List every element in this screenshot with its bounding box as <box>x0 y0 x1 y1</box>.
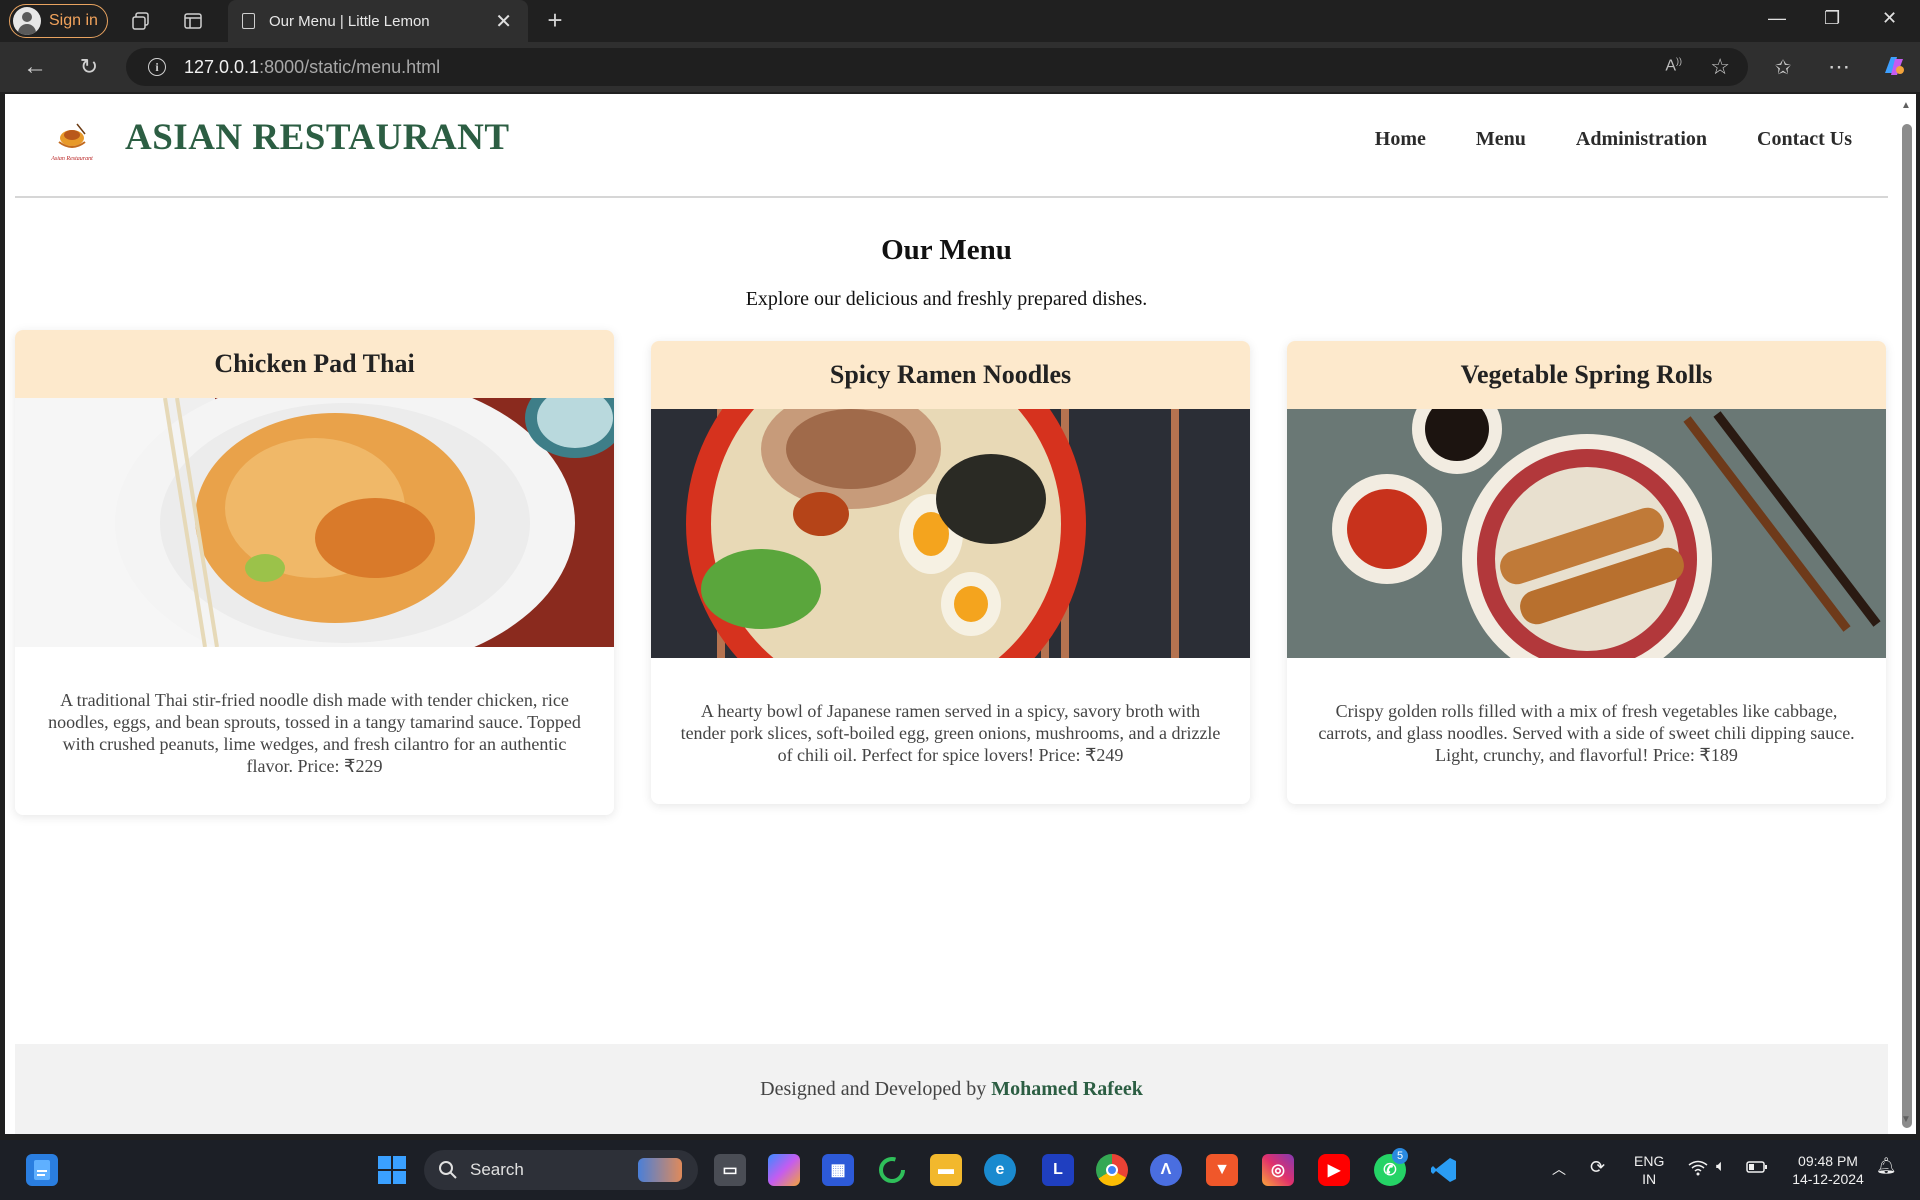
page-subtitle: Explore our delicious and freshly prepar… <box>745 288 1148 310</box>
tab-title: Our Menu | Little Lemon <box>269 12 430 30</box>
site-header: Asian Restaurant ASIAN RESTAURANT Home M… <box>15 94 1888 198</box>
minimize-icon[interactable]: — <box>1768 8 1786 29</box>
menu-card-spring-rolls[interactable]: Vegetable Spring Rolls Crispy golden rol… <box>1287 341 1886 804</box>
l-app-icon[interactable]: L <box>1042 1154 1074 1186</box>
sign-in-label: Sign in <box>49 12 98 29</box>
url-text: 127.0.0.1:8000/static/menu.html <box>184 56 441 77</box>
scroll-down-arrow-icon[interactable]: ▼ <box>1901 1114 1911 1125</box>
language-indicator[interactable]: ENG IN <box>1634 1152 1664 1188</box>
url-field[interactable]: i 127.0.0.1:8000/static/menu.html A)) ☆ <box>126 48 1748 86</box>
notification-bell-icon[interactable]: 🔔︎ <box>1876 1158 1896 1176</box>
whatsapp-badge: 5 <box>1392 1148 1408 1164</box>
read-aloud-icon[interactable]: A)) <box>1665 56 1682 75</box>
refresh-icon[interactable]: ↻ <box>76 54 102 80</box>
restaurant-logo-icon[interactable]: Asian Restaurant <box>47 116 97 166</box>
windows-taskbar: Search ▭ ▦ ▬ e L Λ ▼ ◎ ▶ ✆ 5 ︿ ⟳ ENG IN … <box>0 1140 1920 1200</box>
battery-icon[interactable] <box>1746 1160 1768 1178</box>
menu-card-title: Vegetable Spring Rolls <box>1287 341 1886 409</box>
browser-tab-active[interactable]: Our Menu | Little Lemon ✕ <box>228 0 528 42</box>
page-viewport: Asian Restaurant ASIAN RESTAURANT Home M… <box>5 94 1898 1134</box>
menu-card-pad-thai[interactable]: Chicken Pad Thai A traditional Thai stir… <box>15 330 614 815</box>
spring-rolls-image <box>1287 409 1886 658</box>
footer-author: Mohamed Rafeek <box>991 1077 1143 1100</box>
widgets-icon[interactable] <box>26 1154 58 1186</box>
edge-browser-icon[interactable]: e <box>984 1154 1016 1186</box>
volume-icon[interactable]: 🔈︎ <box>1716 1158 1726 1176</box>
close-window-icon[interactable]: ✕ <box>1882 8 1897 29</box>
brave-browser-icon[interactable]: ▼ <box>1206 1154 1238 1186</box>
menu-card-title: Spicy Ramen Noodles <box>651 341 1250 409</box>
favorites-icon[interactable]: ✩ <box>1770 54 1796 80</box>
chrome-browser-icon[interactable] <box>1096 1154 1128 1186</box>
nav-menu[interactable]: Menu <box>1476 128 1526 151</box>
footer-credit-text: Designed and Developed by <box>760 1077 987 1100</box>
main-nav: Home Menu Administration Contact Us <box>1375 128 1852 151</box>
menu-card-description: A traditional Thai stir-fried noodle dis… <box>48 690 581 776</box>
profile-avatar-icon <box>13 7 41 35</box>
page-title: Our Menu <box>881 234 1012 266</box>
nav-contact-us[interactable]: Contact Us <box>1757 128 1852 151</box>
new-tab-icon[interactable]: + <box>543 5 567 35</box>
youtube-icon[interactable]: ▶ <box>1318 1154 1350 1186</box>
arc-app-icon[interactable]: Λ <box>1150 1154 1182 1186</box>
task-view-icon[interactable]: ▭ <box>714 1154 746 1186</box>
brand-title[interactable]: ASIAN RESTAURANT <box>125 116 510 159</box>
page-document-icon <box>242 13 255 29</box>
copilot-app-icon[interactable] <box>768 1154 800 1186</box>
browser-tab-bar: Sign in Our Menu | Little Lemon ✕ + — ❐ … <box>0 0 1920 42</box>
more-options-icon[interactable]: ⋯ <box>1826 54 1852 80</box>
menu-card-ramen[interactable]: Spicy Ramen Noodles A hearty bowl of Jap… <box>651 341 1250 804</box>
vscode-icon[interactable] <box>1428 1154 1460 1186</box>
copilot-icon[interactable] <box>1880 52 1908 80</box>
taskbar-search[interactable]: Search <box>424 1150 698 1190</box>
scrollbar-thumb[interactable] <box>1902 124 1912 1128</box>
address-bar-row: ← ↻ i 127.0.0.1:8000/static/menu.html A)… <box>0 42 1920 92</box>
nav-home[interactable]: Home <box>1375 128 1426 151</box>
instagram-icon[interactable]: ◎ <box>1262 1154 1294 1186</box>
menu-card-description: Crispy golden rolls filled with a mix of… <box>1318 701 1855 765</box>
sync-icon[interactable]: ⟳ <box>1590 1158 1605 1176</box>
ramen-image <box>651 409 1250 658</box>
microsoft-store-icon[interactable]: ▦ <box>822 1154 854 1186</box>
restore-icon[interactable]: ❐ <box>1824 8 1840 29</box>
close-tab-icon[interactable]: ✕ <box>495 9 512 34</box>
pad-thai-image <box>15 398 614 647</box>
circle-app-icon[interactable] <box>876 1154 908 1186</box>
wifi-icon[interactable] <box>1688 1160 1708 1180</box>
menu-card-title: Chicken Pad Thai <box>15 330 614 398</box>
search-highlight-icon <box>638 1158 682 1182</box>
page-scrollbar[interactable]: ▲ ▼ <box>1898 94 1916 1134</box>
scroll-up-arrow-icon[interactable]: ▲ <box>1901 100 1911 111</box>
clock[interactable]: 09:48 PM 14-12-2024 <box>1786 1152 1870 1188</box>
workspaces-icon[interactable] <box>130 10 152 32</box>
search-icon <box>439 1161 457 1179</box>
sign-in-button[interactable]: Sign in <box>9 4 108 38</box>
search-label: Search <box>470 1160 524 1179</box>
nav-administration[interactable]: Administration <box>1576 128 1707 151</box>
show-hidden-icons[interactable]: ︿ <box>1552 1160 1566 1178</box>
svg-text:Asian Restaurant: Asian Restaurant <box>50 156 93 162</box>
site-footer: Designed and Developed by Mohamed Rafeek <box>15 1044 1888 1134</box>
menu-card-description: A hearty bowl of Japanese ramen served i… <box>680 701 1221 765</box>
tab-actions-icon[interactable] <box>182 10 204 32</box>
back-arrow-icon[interactable]: ← <box>22 53 48 80</box>
favorite-star-icon[interactable]: ☆ <box>1710 54 1730 80</box>
windows-start-icon[interactable] <box>376 1154 408 1186</box>
file-explorer-icon[interactable]: ▬ <box>930 1154 962 1186</box>
site-info-icon[interactable]: i <box>148 58 166 76</box>
